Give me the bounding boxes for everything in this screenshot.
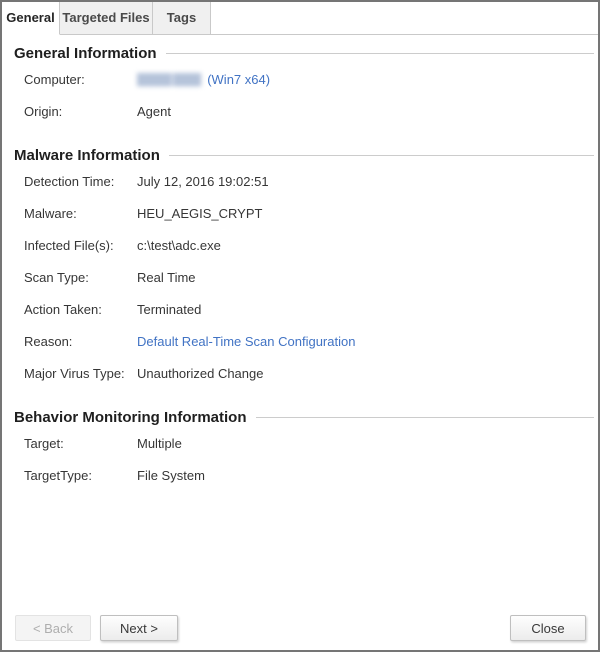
tab-bar-filler (211, 2, 598, 35)
section-divider-line (166, 53, 594, 54)
info-section: General Information Computer: █████ ████… (2, 45, 598, 128)
section-title-text: Behavior Monitoring Information (14, 409, 247, 426)
info-row: Target: Multiple (24, 428, 588, 460)
section-divider-line (256, 417, 595, 418)
back-button: < Back (15, 615, 91, 641)
row-value: Multiple (137, 436, 182, 452)
row-value: c:\test\adc.exe (137, 238, 221, 254)
section-title: General Information (14, 45, 594, 62)
tab-tags[interactable]: Tags (153, 2, 211, 35)
row-label: TargetType: (24, 468, 137, 484)
info-row: Scan Type: Real Time (24, 262, 588, 294)
reason-link[interactable]: Default Real-Time Scan Configuration (137, 334, 355, 350)
row-label: Action Taken: (24, 302, 137, 318)
close-button[interactable]: Close (510, 615, 586, 641)
computer-name-redacted: █████ ████ (137, 72, 200, 88)
info-row: Origin: Agent (24, 96, 588, 128)
info-section: Malware Information Detection Time: July… (2, 147, 598, 390)
row-value: Agent (137, 104, 171, 120)
section-title: Behavior Monitoring Information (14, 409, 594, 426)
row-value: Real Time (137, 270, 196, 286)
info-row: Detection Time: July 12, 2016 19:02:51 (24, 166, 588, 198)
computer-os-link[interactable]: (Win7 x64) (207, 72, 270, 88)
row-label: Target: (24, 436, 137, 452)
section-title-text: Malware Information (14, 147, 160, 164)
section-title: Malware Information (14, 147, 594, 164)
row-value: Terminated (137, 302, 201, 318)
info-row: Reason: Default Real-Time Scan Configura… (24, 326, 588, 358)
info-section: Behavior Monitoring Information Target: … (2, 409, 598, 492)
info-row: Major Virus Type: Unauthorized Change (24, 358, 588, 390)
row-value: File System (137, 468, 205, 484)
tab-general[interactable]: General (2, 2, 60, 35)
info-row: Infected File(s): c:\test\adc.exe (24, 230, 588, 262)
row-label: Detection Time: (24, 174, 137, 190)
row-label: Scan Type: (24, 270, 137, 286)
section-title-text: General Information (14, 45, 157, 62)
tab-targeted-files[interactable]: Targeted Files (60, 2, 153, 35)
row-label: Reason: (24, 334, 137, 350)
next-button[interactable]: Next > (100, 615, 178, 641)
info-row: Computer: █████ ████ (Win7 x64) (24, 64, 588, 96)
row-label: Infected File(s): (24, 238, 137, 254)
malware-detail-dialog: GeneralTargeted FilesTags General Inform… (0, 0, 600, 652)
section-divider-line (169, 155, 594, 156)
info-row: TargetType: File System (24, 460, 588, 492)
row-label: Origin: (24, 104, 137, 120)
row-label: Malware: (24, 206, 137, 222)
row-value: Unauthorized Change (137, 366, 263, 382)
tab-bar: GeneralTargeted FilesTags (2, 2, 598, 35)
info-row: Malware: HEU_AEGIS_CRYPT (24, 198, 588, 230)
footer-button-bar: < Back Next > Close (2, 615, 598, 650)
row-value: HEU_AEGIS_CRYPT (137, 206, 262, 222)
row-label: Major Virus Type: (24, 366, 137, 382)
dialog-content: General Information Computer: █████ ████… (2, 35, 598, 492)
row-label: Computer: (24, 72, 137, 88)
row-value: July 12, 2016 19:02:51 (137, 174, 269, 190)
info-row: Action Taken: Terminated (24, 294, 588, 326)
